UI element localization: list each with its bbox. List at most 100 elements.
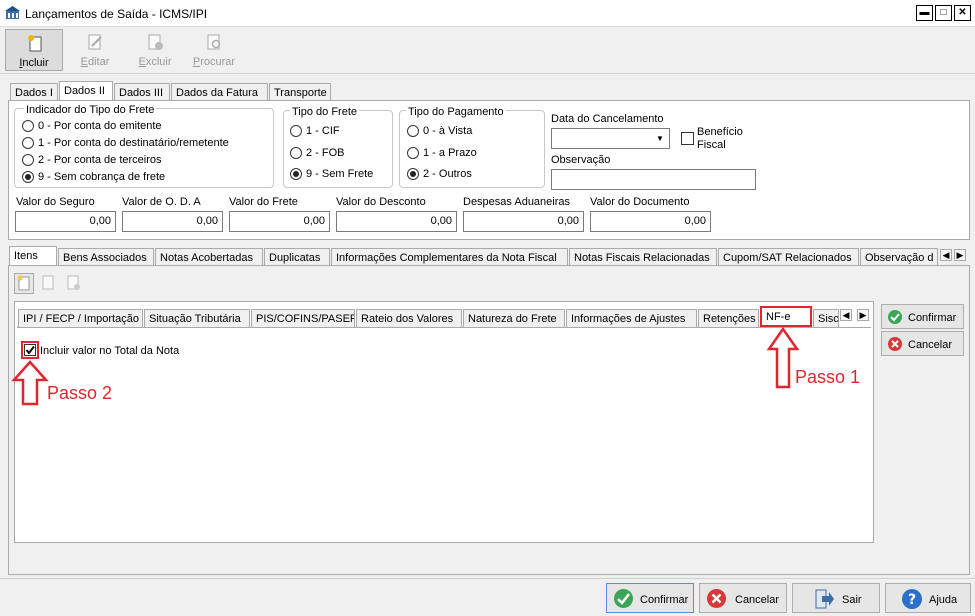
close-button[interactable]: ✕ (954, 5, 971, 21)
confirm-icon (614, 589, 633, 608)
item-new-button[interactable] (14, 273, 34, 294)
frete-ind-radio-9[interactable] (22, 171, 34, 183)
item-delete-button[interactable] (64, 273, 84, 294)
side-confirmar-button[interactable]: Confirmar (881, 304, 964, 329)
help-icon: ? (902, 589, 922, 609)
editar-button[interactable]: Editar (66, 29, 124, 71)
valor-seguro-label: Valor do Seguro (16, 196, 95, 208)
title-bar: Lançamentos de Saída - ICMS/IPI ▬ □ ✕ (0, 0, 975, 27)
excluir-button[interactable]: Excluir (126, 29, 184, 71)
tab-sisco[interactable]: Sisco (813, 309, 839, 327)
tipo-frete-radio-fob[interactable] (290, 147, 302, 159)
tab-duplicatas[interactable]: Duplicatas (264, 248, 330, 266)
confirmar-button[interactable]: Confirmar (606, 583, 694, 613)
tab-dados-fatura[interactable]: Dados da Fatura (171, 83, 268, 101)
tab-transporte[interactable]: Transporte (269, 83, 331, 101)
valor-seguro-input[interactable]: 0,00 (15, 211, 116, 232)
maximize-button[interactable]: □ (935, 5, 952, 21)
tab-dados-ii[interactable]: Dados II (59, 81, 113, 101)
tab-observacao[interactable]: Observação d (860, 248, 938, 266)
data-cancelamento-label: Data do Cancelamento (551, 113, 664, 125)
tab-situacao-tributaria[interactable]: Situação Tributária (144, 309, 250, 327)
bottom-divider (0, 578, 975, 579)
beneficio-fiscal-checkbox[interactable] (681, 132, 694, 145)
passo-2-label: Passo 2 (47, 383, 113, 403)
edit-icon (88, 34, 102, 50)
chevron-down-icon[interactable]: ▼ (656, 134, 664, 143)
tipo-pag-radio-vista[interactable] (407, 125, 419, 137)
frete-ind-radio-0[interactable] (22, 120, 34, 132)
tab-natureza-frete[interactable]: Natureza do Frete (463, 309, 565, 327)
new-document-icon (28, 35, 42, 52)
tab-notas-relacionadas[interactable]: Notas Fiscais Relacionadas (569, 248, 717, 266)
despesas-aduaneiras-input[interactable]: 0,00 (463, 211, 584, 232)
valor-oda-label: Valor de O. D. A (122, 196, 201, 208)
incluir-total-checkbox[interactable] (24, 344, 36, 356)
tipo-frete-label-fob: 2 - FOB (306, 147, 345, 159)
tab-dados-iii[interactable]: Dados III (114, 83, 170, 101)
valor-documento-input[interactable]: 0,00 (590, 211, 711, 232)
tab-bens-associados[interactable]: Bens Associados (58, 248, 154, 266)
frete-ind-label-0: 0 - Por conta do emitente (38, 120, 162, 132)
app-icon (5, 6, 20, 19)
inner-tabs-scroll-right[interactable]: ▶ (857, 309, 869, 321)
tabs-scroll-right[interactable]: ▶ (954, 249, 966, 261)
side-cancelar-button[interactable]: Cancelar (881, 331, 964, 356)
tipo-frete-radio-sem[interactable] (290, 168, 302, 180)
valor-oda-input[interactable]: 0,00 (122, 211, 223, 232)
new-item-icon (17, 275, 30, 291)
cancelar-button[interactable]: Cancelar (699, 583, 787, 613)
cancel-icon (888, 337, 902, 351)
tipo-frete-title: Tipo do Frete (290, 106, 360, 118)
tab-retencoes[interactable]: Retenções (698, 309, 759, 327)
frete-ind-radio-2[interactable] (22, 154, 34, 166)
valor-frete-input[interactable]: 0,00 (229, 211, 330, 232)
tab-ipi-fecp[interactable]: IPI / FECP / Importação (18, 309, 143, 327)
frete-ind-label-1: 1 - Por conta do destinatário/remetente (38, 137, 229, 149)
frete-ind-label-9: 9 - Sem cobrança de frete (38, 171, 166, 183)
valor-documento-label: Valor do Documento (590, 196, 690, 208)
beneficio-label-1: Benefício (697, 126, 743, 138)
tipo-frete-label-sem: 9 - Sem Frete (306, 168, 374, 180)
svg-text:?: ? (908, 592, 916, 608)
item-edit-button[interactable] (39, 273, 59, 294)
tipo-pag-radio-outros[interactable] (407, 168, 419, 180)
tabs-scroll-left[interactable]: ◀ (940, 249, 952, 261)
valor-desconto-input[interactable]: 0,00 (336, 211, 457, 232)
frete-ind-label-2: 2 - Por conta de terceiros (38, 154, 162, 166)
cancel-icon (707, 589, 726, 608)
valor-desconto-label: Valor do Desconto (336, 196, 426, 208)
ajuda-button[interactable]: ? Ajuda (885, 583, 971, 613)
nfe-panel (17, 327, 871, 540)
toolbar: Incluir Editar Excluir Procurar (0, 27, 975, 74)
passo-1-label: Passo 1 (795, 367, 861, 387)
tab-nfe[interactable]: NF-e (760, 306, 812, 327)
incluir-total-label: Incluir valor no Total da Nota (40, 345, 180, 357)
search-icon (207, 34, 221, 50)
tipo-pag-radio-prazo[interactable] (407, 147, 419, 159)
observacao-label: Observação (551, 154, 611, 166)
tab-rateio-valores[interactable]: Rateio dos Valores (356, 309, 462, 327)
tab-dados-i[interactable]: Dados I (10, 83, 58, 101)
tipo-pagamento-title: Tipo do Pagamento (406, 106, 506, 118)
inner-tabs-scroll-left[interactable]: ◀ (840, 309, 852, 321)
exit-icon (815, 589, 834, 609)
tab-notas-acobertadas[interactable]: Notas Acobertadas (155, 248, 263, 266)
tab-info-complementares[interactable]: Informações Complementares da Nota Fisca… (331, 248, 568, 266)
frete-ind-radio-1[interactable] (22, 137, 34, 149)
tipo-pag-label-vista: 0 - à Vista (423, 125, 473, 137)
observacao-input[interactable] (551, 169, 756, 190)
tipo-frete-radio-cif[interactable] (290, 125, 302, 137)
tab-info-ajustes[interactable]: Informações de Ajustes (566, 309, 697, 327)
tab-cupom-sat[interactable]: Cupom/SAT Relacionados (718, 248, 859, 266)
procurar-button[interactable]: Procurar (185, 29, 243, 71)
minimize-button[interactable]: ▬ (916, 5, 933, 21)
tab-itens[interactable]: Itens (9, 246, 57, 266)
up-arrow-icon (11, 360, 49, 406)
delete-icon (148, 34, 163, 50)
tipo-pag-label-outros: 2 - Outros (423, 168, 472, 180)
incluir-button[interactable]: Incluir (5, 29, 63, 71)
sair-button[interactable]: Sair (792, 583, 880, 613)
data-cancelamento-input[interactable] (551, 128, 670, 149)
tab-pis-cofins[interactable]: PIS/COFINS/PASEP (251, 309, 355, 327)
